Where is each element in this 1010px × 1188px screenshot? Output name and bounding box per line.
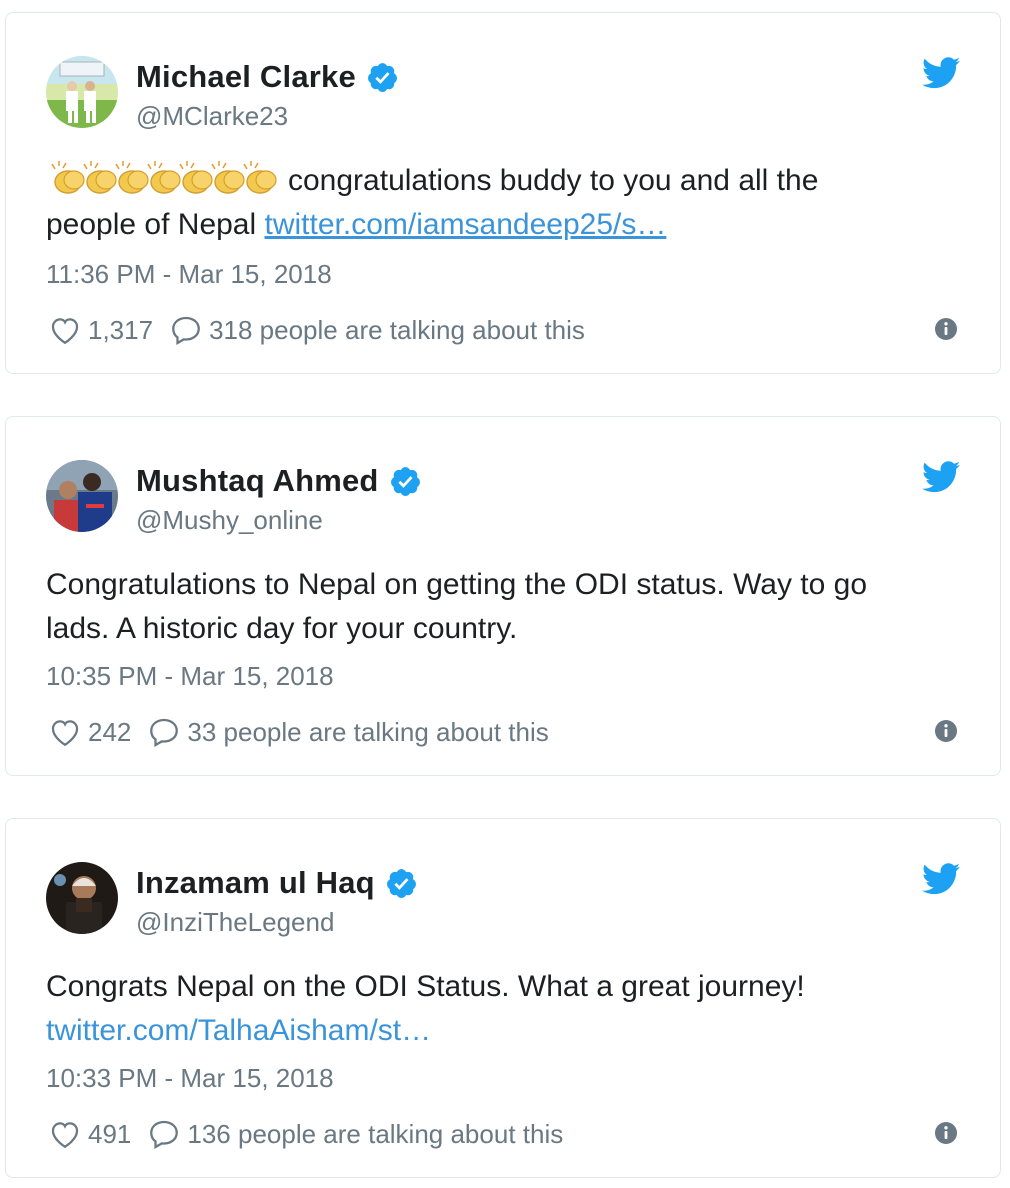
author-row[interactable]: Michael Clarke [136,57,399,97]
reply-bubble-icon[interactable] [169,313,203,347]
verified-badge-icon [385,867,418,900]
verified-badge-icon [366,61,399,94]
tweet-text: congratulations buddy to you and all the… [46,159,946,247]
author-handle[interactable]: @MClarke23 [136,101,288,132]
like-count[interactable]: 1,317 [88,315,153,346]
clap-emoji-icon [238,160,282,196]
tweet-link[interactable]: twitter.com/iamsandeep25/s… [265,208,667,241]
timestamp[interactable]: 10:33 PM - Mar 15, 2018 [46,1063,334,1094]
timestamp[interactable]: 10:35 PM - Mar 15, 2018 [46,661,334,692]
tweet-text: Congratulations to Nepal on getting the … [46,563,946,651]
heart-icon[interactable] [48,1117,82,1151]
tweet-actions: 242 33 people are talking about this [48,715,549,749]
verified-badge-icon [389,465,422,498]
tweet-text: Congrats Nepal on the ODI Status. What a… [46,965,946,1053]
talking-count[interactable]: 33 people are talking about this [187,717,548,748]
avatar[interactable] [46,56,118,128]
clapping-hands-emoji [46,160,282,196]
tweet-text-line2: lads. A historic day for your country. [46,612,518,645]
heart-icon[interactable] [48,715,82,749]
tweet-text-line1: Congratulations to Nepal on getting the … [46,568,868,601]
info-icon[interactable] [934,317,958,341]
tweet-actions: 1,317 318 people are talking about this [48,313,585,347]
tweet-text-line1: Congrats Nepal on the ODI Status. What a… [46,970,805,1003]
author-row[interactable]: Mushtaq Ahmed [136,461,422,501]
avatar[interactable] [46,460,118,532]
author-name[interactable]: Inzamam ul Haq [136,865,375,901]
author-name[interactable]: Michael Clarke [136,59,356,95]
author-handle[interactable]: @Mushy_online [136,505,323,536]
talking-count[interactable]: 318 people are talking about this [209,315,585,346]
like-count[interactable]: 491 [88,1119,131,1150]
like-count[interactable]: 242 [88,717,131,748]
talking-count[interactable]: 136 people are talking about this [187,1119,563,1150]
twitter-bird-icon[interactable] [922,57,960,89]
author-row[interactable]: Inzamam ul Haq [136,863,418,903]
tweet-text-line2: people of Nepal [46,208,257,241]
heart-icon[interactable] [48,313,82,347]
tweet-card[interactable]: Mushtaq Ahmed @Mushy_online Congratulati… [5,416,1001,776]
info-icon[interactable] [934,719,958,743]
reply-bubble-icon[interactable] [147,715,181,749]
tweet-link[interactable]: twitter.com/TalhaAisham/st… [46,1009,946,1053]
tweet-text-line1: congratulations buddy to you and all the [288,164,819,197]
tweet-actions: 491 136 people are talking about this [48,1117,563,1151]
tweet-card[interactable]: Inzamam ul Haq @InziTheLegend Congrats N… [5,818,1001,1178]
twitter-bird-icon[interactable] [922,461,960,493]
author-name[interactable]: Mushtaq Ahmed [136,463,379,499]
info-icon[interactable] [934,1121,958,1145]
reply-bubble-icon[interactable] [147,1117,181,1151]
twitter-bird-icon[interactable] [922,863,960,895]
author-handle[interactable]: @InziTheLegend [136,907,334,938]
tweet-card[interactable]: Michael Clarke @MClarke23 congratulation… [5,12,1001,374]
avatar[interactable] [46,862,118,934]
timestamp[interactable]: 11:36 PM - Mar 15, 2018 [46,259,332,290]
